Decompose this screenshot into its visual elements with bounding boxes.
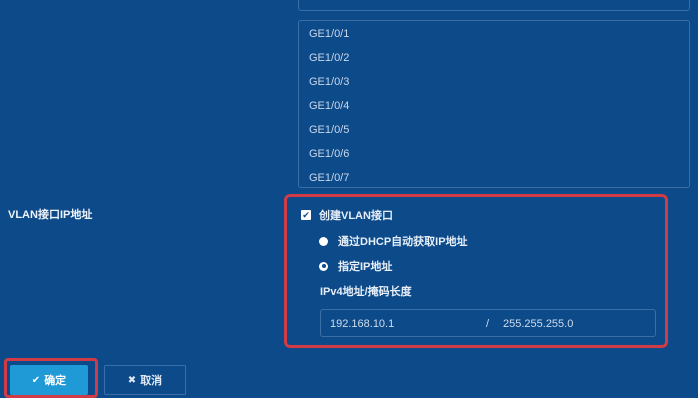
mask-value[interactable]: 255.255.255.0: [503, 318, 573, 330]
checkbox-checked-icon[interactable]: ✔: [301, 210, 311, 220]
ip-mask-separator: /: [486, 318, 490, 330]
cancel-button[interactable]: ✖ 取消: [104, 365, 186, 395]
confirm-label: 确定: [44, 375, 67, 387]
dhcp-radio-row[interactable]: 通过DHCP自动获取IP地址: [319, 233, 468, 249]
ip-address-value[interactable]: 192.168.10.1: [330, 318, 394, 330]
port-item[interactable]: GE1/0/7: [309, 172, 349, 184]
port-item[interactable]: GE1/0/5: [309, 124, 349, 136]
create-vlan-label: 创建VLAN接口: [319, 210, 393, 222]
cancel-label: 取消: [140, 375, 163, 387]
port-item[interactable]: GE1/0/1: [309, 28, 349, 40]
create-vlan-checkbox-row[interactable]: ✔ 创建VLAN接口: [301, 207, 393, 223]
port-list[interactable]: GE1/0/1 GE1/0/2 GE1/0/3 GE1/0/4 GE1/0/5 …: [298, 20, 690, 188]
confirm-button[interactable]: ✔ 确定: [10, 365, 88, 395]
port-item[interactable]: GE1/0/6: [309, 148, 349, 160]
ip-mask-input[interactable]: 192.168.10.1 / 255.255.255.0: [320, 309, 656, 337]
ipv4-mask-label: IPv4地址/掩码长度: [320, 286, 412, 298]
dhcp-label: 通过DHCP自动获取IP地址: [338, 236, 468, 248]
port-item[interactable]: GE1/0/2: [309, 52, 349, 64]
radio-unchecked-icon[interactable]: [319, 236, 328, 246]
vlan-ip-field-label: VLAN接口IP地址: [8, 209, 93, 221]
check-icon: ✔: [31, 374, 41, 386]
vlan-ip-panel: ✔ 创建VLAN接口 通过DHCP自动获取IP地址 指定IP地址 IPv4地址/…: [284, 194, 668, 348]
radio-checked-icon[interactable]: [319, 261, 328, 271]
port-item[interactable]: GE1/0/4: [309, 100, 349, 112]
close-icon: ✖: [127, 374, 137, 386]
port-item[interactable]: GE1/0/3: [309, 76, 349, 88]
static-ip-radio-row[interactable]: 指定IP地址: [319, 258, 392, 274]
static-ip-label: 指定IP地址: [338, 261, 393, 273]
top-box-edge: [298, 0, 690, 11]
